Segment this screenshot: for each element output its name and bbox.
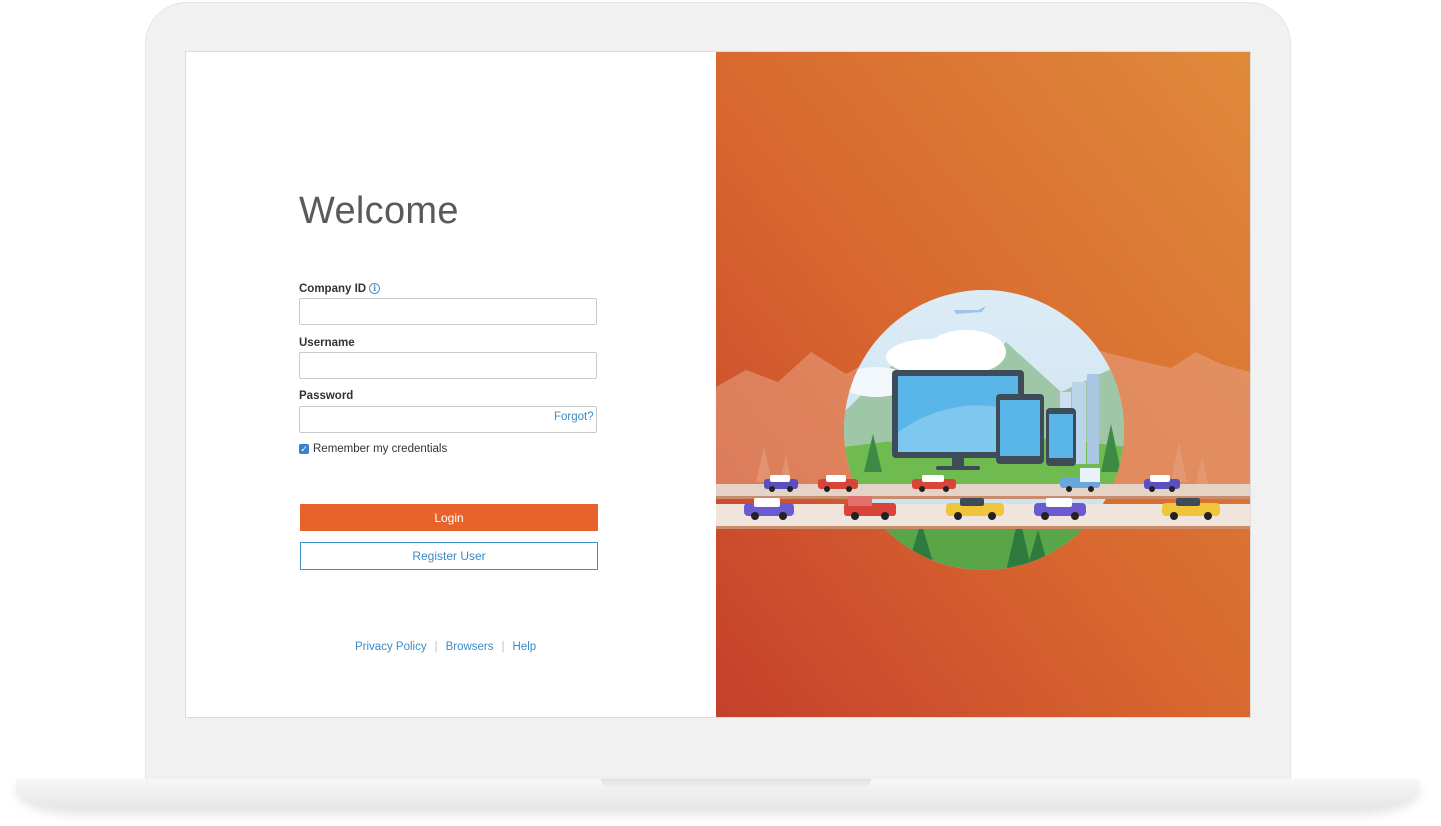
info-icon[interactable]: i (369, 283, 381, 294)
company-id-label-text: Company ID (299, 283, 367, 295)
username-input[interactable] (299, 352, 597, 379)
login-panel: Welcome Company ID i Username Password Fo… (186, 52, 716, 717)
illustration-svg (716, 52, 1250, 717)
page-title: Welcome (299, 190, 459, 232)
remember-checkbox[interactable]: ✓ (299, 444, 309, 454)
laptop-notch (601, 779, 871, 788)
username-label: Username (299, 337, 355, 349)
browsers-link[interactable]: Browsers (446, 641, 494, 653)
login-button[interactable]: Login (300, 504, 598, 531)
register-user-button[interactable]: Register User (300, 542, 598, 570)
divider: | (434, 641, 438, 653)
laptop-screen: Welcome Company ID i Username Password Fo… (186, 52, 1250, 717)
remember-row: ✓ Remember my credentials (299, 443, 447, 455)
laptop-base (16, 779, 1420, 809)
forgot-password-link[interactable]: Forgot? (554, 411, 594, 423)
divider: | (501, 641, 505, 653)
company-id-label: Company ID i (299, 283, 381, 295)
help-link[interactable]: Help (513, 641, 537, 653)
footer-links: Privacy Policy | Browsers | Help (355, 641, 536, 653)
privacy-policy-link[interactable]: Privacy Policy (355, 641, 427, 653)
company-id-input[interactable] (299, 298, 597, 325)
hero-illustration (716, 52, 1250, 717)
remember-label: Remember my credentials (313, 443, 448, 455)
password-input[interactable] (299, 406, 597, 433)
password-label: Password (299, 390, 354, 402)
